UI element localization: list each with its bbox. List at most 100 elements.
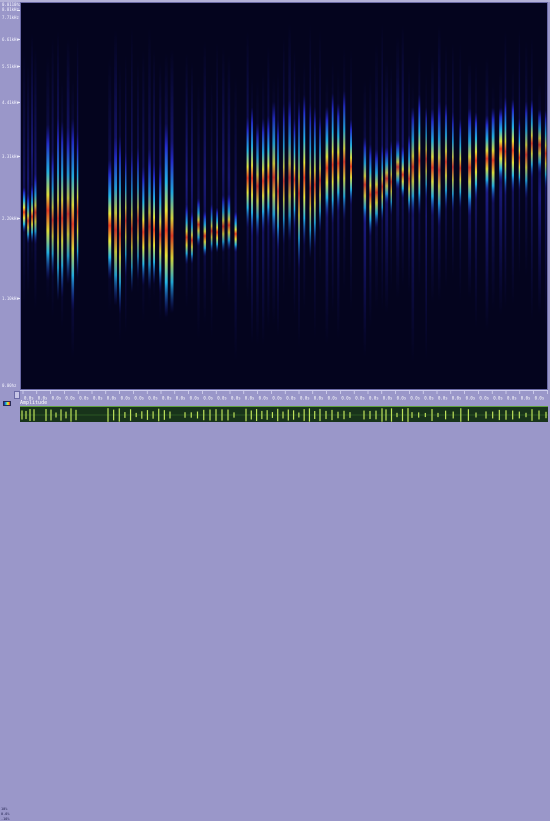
spectral-burst	[337, 103, 340, 213]
spectrogram-view[interactable]	[20, 2, 548, 390]
spectral-burst	[164, 123, 168, 318]
spectral-burst	[108, 160, 112, 280]
spectral-burst	[309, 102, 312, 259]
spectral-trace	[222, 47, 225, 290]
spectral-burst	[190, 211, 193, 264]
spectral-burst	[148, 149, 151, 291]
spectral-burst	[499, 107, 503, 183]
amp-scale-label: 0.0%	[1, 812, 10, 816]
spectral-burst	[425, 107, 427, 202]
spectral-burst	[538, 109, 542, 174]
spectral-burst	[76, 131, 79, 278]
spectral-burst	[485, 115, 489, 195]
amp-scale-label: 10%	[1, 807, 8, 811]
spectrogram-window: 0.0110hz 8.81kHz 7.71kHz 6.61kHz 5.51kHz…	[0, 0, 550, 821]
spectral-burst	[46, 124, 50, 281]
spectral-burst	[170, 141, 174, 314]
spectral-burst	[325, 106, 329, 218]
spectral-burst	[363, 137, 367, 224]
freq-label: 7.71kHz	[2, 15, 19, 20]
spectral-burst	[319, 116, 321, 233]
spectral-burst	[408, 135, 411, 215]
spectral-burst	[381, 144, 383, 222]
time-ruler[interactable]: 0.0s 0.0s 0.0s 0.0s 0.0s 0.0s 0.0s 0.0s 0.0s 0.0s…	[20, 390, 548, 400]
spectral-burst	[431, 108, 434, 216]
spectral-burst	[142, 166, 145, 286]
spectral-burst	[125, 151, 127, 277]
spectral-burst	[298, 101, 300, 269]
spectral-trace	[185, 52, 188, 309]
color-palette-icon[interactable]	[3, 401, 11, 406]
spectral-burst	[137, 147, 139, 281]
spectral-burst	[474, 112, 478, 200]
spectral-burst	[369, 144, 372, 236]
spectral-burst	[256, 123, 259, 238]
spectral-burst	[119, 135, 121, 315]
spectral-burst	[57, 118, 60, 301]
spectral-burst	[511, 99, 515, 193]
spectral-burst	[411, 107, 415, 216]
spectral-burst	[27, 193, 30, 244]
spectral-burst	[153, 163, 155, 284]
spectral-burst	[246, 117, 249, 228]
spectral-burst	[22, 187, 26, 233]
spectral-burst	[525, 101, 528, 199]
spectral-trace	[485, 57, 489, 331]
spectral-burst	[293, 118, 296, 230]
spectral-burst	[418, 94, 421, 215]
spectral-burst	[185, 204, 188, 265]
spectral-trace	[27, 62, 30, 296]
spectral-burst	[313, 106, 316, 249]
amp-scale-label: -10%	[1, 817, 10, 821]
spectral-burst	[468, 108, 472, 217]
spectral-burst	[51, 151, 54, 277]
spectral-burst	[131, 150, 133, 293]
spectral-burst	[459, 118, 462, 209]
spectral-burst	[437, 101, 441, 226]
spectral-burst	[518, 118, 521, 191]
spectral-burst	[303, 94, 306, 246]
spectral-burst	[61, 121, 64, 298]
spectral-trace	[190, 62, 193, 301]
spectral-burst	[34, 173, 37, 245]
spectral-burst	[71, 118, 75, 310]
spectral-burst	[272, 101, 276, 240]
spectral-burst	[491, 107, 495, 204]
waveform	[20, 408, 548, 422]
spectral-burst	[444, 103, 448, 210]
spectral-burst	[277, 119, 280, 250]
waveform-track[interactable]	[20, 406, 548, 422]
spectral-burst	[251, 107, 254, 236]
spectral-trace	[22, 49, 26, 309]
spectral-burst	[390, 140, 392, 216]
spectral-burst	[66, 127, 70, 285]
spectral-burst	[385, 147, 389, 205]
frequency-axis: 0.0110hz 8.81kHz 7.71kHz 6.61kHz 5.51kHz…	[0, 2, 21, 390]
time-ruler-ticks: 0.0s 0.0s 0.0s 0.0s 0.0s 0.0s 0.0s 0.0s 0.0s 0.0s…	[22, 391, 548, 400]
spectral-burst	[227, 194, 231, 251]
spectral-burst	[288, 100, 291, 242]
spectral-burst	[331, 93, 334, 224]
spectral-burst	[234, 211, 237, 253]
freq-label: 0.00hz	[2, 383, 17, 388]
spectral-trace	[203, 41, 207, 325]
spectral-burst	[401, 146, 404, 199]
spectral-burst	[350, 119, 352, 205]
spectral-burst	[114, 137, 118, 306]
spectral-burst	[197, 198, 200, 247]
spectral-burst	[31, 184, 33, 243]
spectral-burst	[203, 210, 207, 257]
spectral-burst	[159, 163, 162, 293]
spectral-burst	[504, 97, 507, 196]
spectral-burst	[216, 207, 219, 253]
spectral-burst	[396, 139, 400, 190]
spectral-burst	[210, 204, 213, 253]
spectral-burst	[262, 118, 265, 233]
spectral-burst	[222, 194, 225, 253]
spectral-trace	[544, 48, 547, 333]
spectral-burst	[267, 115, 270, 227]
spectral-burst	[343, 90, 346, 220]
spectral-trace	[530, 36, 533, 322]
spectral-burst	[452, 111, 454, 213]
spectral-burst	[375, 149, 378, 228]
